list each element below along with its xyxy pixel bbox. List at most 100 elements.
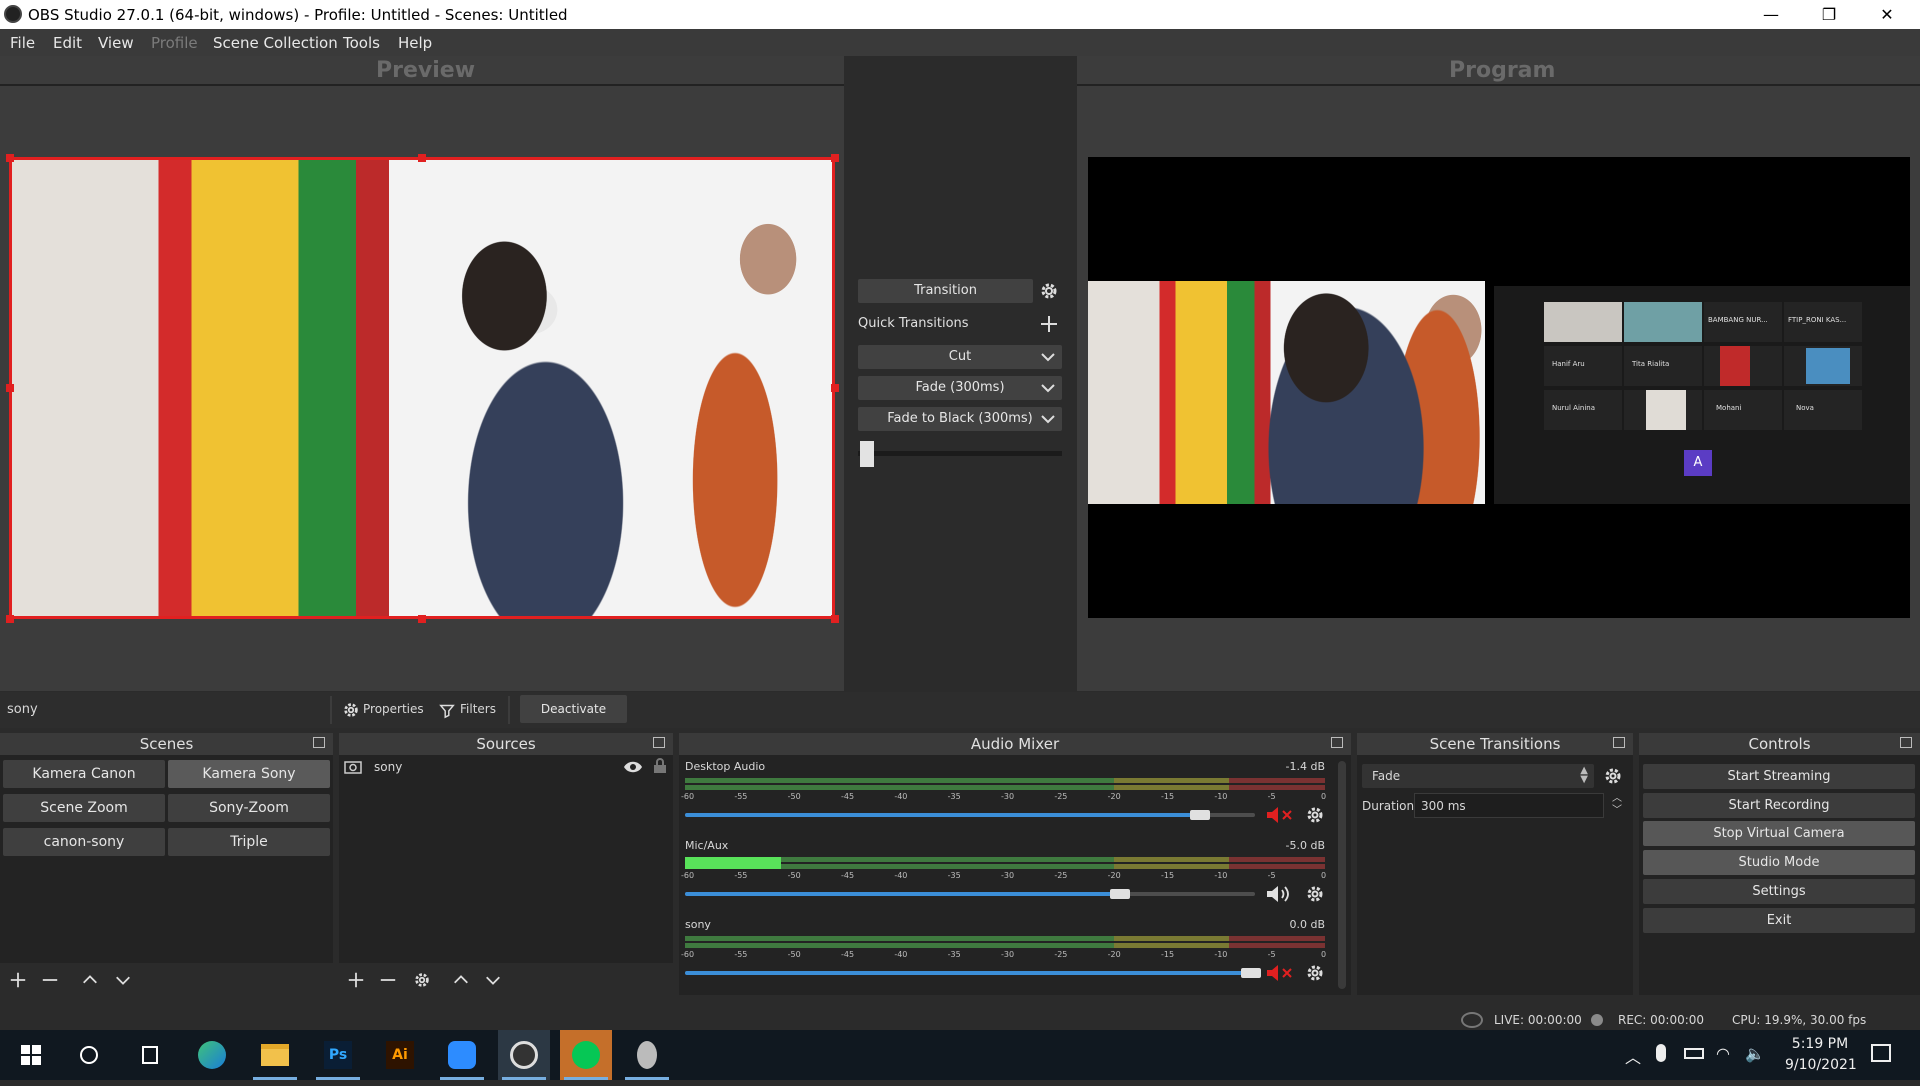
source-selection-box[interactable] <box>9 157 835 619</box>
resize-handle[interactable] <box>831 384 839 392</box>
search-icon[interactable] <box>63 1030 115 1080</box>
properties-button[interactable]: Properties <box>363 702 424 716</box>
transition-button[interactable]: Transition <box>858 279 1033 303</box>
add-source-plus-icon[interactable] <box>347 971 365 989</box>
t-bar-track[interactable] <box>858 451 1062 456</box>
move-source-up-icon[interactable] <box>452 971 470 989</box>
menu-tools[interactable]: Tools <box>343 34 380 52</box>
start-streaming-button[interactable]: Start Streaming <box>1643 764 1915 789</box>
resize-handle[interactable] <box>831 615 839 623</box>
undock-icon[interactable] <box>1613 737 1625 748</box>
undock-icon[interactable] <box>1900 737 1912 748</box>
resize-handle[interactable] <box>6 384 14 392</box>
menu-edit[interactable]: Edit <box>53 34 82 52</box>
source-item-sony[interactable]: sony <box>339 756 673 778</box>
close-button[interactable]: ✕ <box>1858 0 1916 29</box>
duration-input[interactable]: 300 ms <box>1414 793 1604 818</box>
quick-transition-fade-to-black[interactable]: Fade to Black (300ms) <box>858 407 1062 431</box>
obs-app-icon[interactable] <box>498 1030 550 1080</box>
file-explorer-icon[interactable] <box>249 1030 301 1080</box>
channel-settings-gear-icon[interactable] <box>1305 805 1325 825</box>
mixer-scrollbar[interactable] <box>1338 761 1346 989</box>
app-icon[interactable] <box>621 1030 673 1080</box>
resize-handle[interactable] <box>6 154 14 162</box>
remove-source-minus-icon[interactable] <box>379 971 397 989</box>
clock-time[interactable]: 5:19 PM <box>1785 1036 1855 1052</box>
meter-tick-label: 0 <box>1321 950 1327 959</box>
maximize-button[interactable]: ❐ <box>1800 0 1858 29</box>
volume-slider-handle[interactable] <box>1241 968 1261 978</box>
exit-button[interactable]: Exit <box>1643 908 1915 933</box>
meter-tick-label: -40 <box>894 792 908 801</box>
illustrator-icon[interactable]: Ai <box>374 1030 426 1080</box>
show-hidden-icons-chevron-icon[interactable]: ︿ <box>1625 1044 1641 1068</box>
scene-sony-zoom[interactable]: Sony-Zoom <box>168 794 330 822</box>
resize-handle[interactable] <box>6 615 14 623</box>
zoom-app-icon[interactable] <box>436 1030 488 1080</box>
undock-icon[interactable] <box>313 737 325 748</box>
scene-kamera-sony[interactable]: Kamera Sony <box>168 760 330 788</box>
resize-handle[interactable] <box>831 154 839 162</box>
wifi-icon[interactable]: ◠ <box>1716 1044 1730 1063</box>
settings-button[interactable]: Settings <box>1643 879 1915 904</box>
chevron-down-icon <box>1041 353 1055 362</box>
speaker-volume-icon[interactable] <box>1265 884 1295 904</box>
source-properties-gear-icon[interactable] <box>413 971 431 989</box>
channel-settings-gear-icon[interactable] <box>1305 884 1325 904</box>
source-toolbar: sony Properties Filters Deactivate <box>0 692 1920 728</box>
undock-icon[interactable] <box>1331 737 1343 748</box>
menu-view[interactable]: View <box>98 34 134 52</box>
deactivate-button[interactable]: Deactivate <box>520 695 627 723</box>
resize-handle[interactable] <box>418 154 426 162</box>
photoshop-icon[interactable]: Ps <box>312 1030 364 1080</box>
add-quick-transition-plus-icon[interactable] <box>1039 314 1059 334</box>
menu-file[interactable]: File <box>10 34 35 52</box>
scene-scene-zoom[interactable]: Scene Zoom <box>3 794 165 822</box>
volume-slider-handle[interactable] <box>1109 889 1130 899</box>
move-scene-down-icon[interactable] <box>114 971 132 989</box>
duration-spinner-icon[interactable]: ︿ ﹀ <box>1612 793 1622 817</box>
remove-scene-minus-icon[interactable] <box>41 971 59 989</box>
t-bar-handle[interactable] <box>860 441 874 467</box>
volume-slider-handle[interactable] <box>1189 810 1210 820</box>
move-source-down-icon[interactable] <box>484 971 502 989</box>
volume-icon[interactable]: 🔈 <box>1745 1044 1765 1063</box>
scene-canon-sony[interactable]: canon-sony <box>3 828 165 856</box>
clock-date[interactable]: 9/10/2021 <box>1785 1057 1857 1073</box>
visibility-eye-icon[interactable] <box>623 760 643 774</box>
minimize-button[interactable]: — <box>1742 0 1800 29</box>
scene-kamera-canon[interactable]: Kamera Canon <box>3 760 165 788</box>
properties-gear-icon[interactable] <box>342 701 360 719</box>
filters-button[interactable]: Filters <box>460 702 496 716</box>
line-app-icon[interactable] <box>560 1030 612 1080</box>
task-view-icon[interactable] <box>124 1030 176 1080</box>
add-scene-plus-icon[interactable] <box>9 971 27 989</box>
menu-scene-collection[interactable]: Scene Collection <box>213 34 338 52</box>
move-scene-up-icon[interactable] <box>81 971 99 989</box>
quick-transition-fade[interactable]: Fade (300ms) <box>858 376 1062 400</box>
transition-settings-gear-icon[interactable] <box>1039 281 1059 301</box>
edge-browser-icon[interactable] <box>186 1030 238 1080</box>
stop-virtual-camera-button[interactable]: Stop Virtual Camera <box>1643 821 1915 846</box>
studio-mode-button[interactable]: Studio Mode <box>1643 850 1915 875</box>
quick-transition-cut[interactable]: Cut <box>858 345 1062 369</box>
channel-settings-gear-icon[interactable] <box>1305 963 1325 983</box>
menu-profile[interactable]: Profile <box>151 34 198 52</box>
windows-start-icon[interactable] <box>5 1030 57 1080</box>
filters-icon[interactable] <box>438 701 456 719</box>
preview-pane[interactable]: Preview <box>0 56 844 691</box>
notifications-icon[interactable] <box>1871 1044 1891 1062</box>
undock-icon[interactable] <box>653 737 665 748</box>
menu-help[interactable]: Help <box>398 34 432 52</box>
microphone-icon[interactable] <box>1656 1044 1666 1062</box>
transition-properties-gear-icon[interactable] <box>1603 766 1623 786</box>
transition-select[interactable]: Fade ▲ ▼ <box>1362 764 1594 788</box>
start-recording-button[interactable]: Start Recording <box>1643 793 1915 818</box>
scene-triple[interactable]: Triple <box>168 828 330 856</box>
quick-transition-label: Fade to Black (300ms) <box>887 411 1033 426</box>
muted-speaker-icon[interactable] <box>1265 805 1295 825</box>
resize-handle[interactable] <box>418 615 426 623</box>
lock-icon[interactable] <box>653 758 667 774</box>
battery-icon[interactable] <box>1684 1048 1704 1059</box>
muted-speaker-icon[interactable] <box>1265 963 1295 983</box>
